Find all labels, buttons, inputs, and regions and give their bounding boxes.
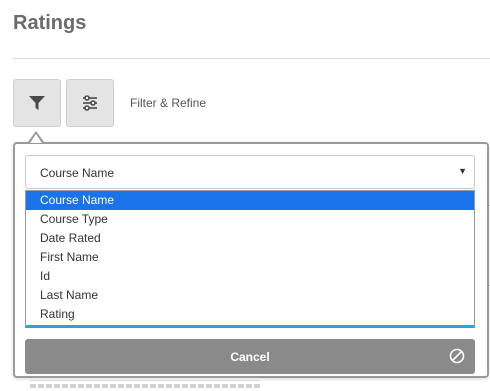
background-list-item bbox=[30, 380, 260, 391]
funnel-icon bbox=[29, 96, 45, 110]
filter-refine-label: Filter & Refine bbox=[130, 96, 207, 110]
page-title: Ratings bbox=[13, 12, 87, 34]
cancel-button[interactable]: Cancel bbox=[25, 339, 475, 374]
cancel-circle-icon bbox=[449, 348, 465, 364]
select-option[interactable]: Course Name bbox=[26, 191, 474, 210]
select-option[interactable]: Id bbox=[26, 267, 474, 286]
caret-down-icon: ▼ bbox=[458, 166, 467, 176]
select-option[interactable]: Last Name bbox=[26, 286, 474, 305]
select-option[interactable]: Course Type bbox=[26, 210, 474, 229]
select-option[interactable]: First Name bbox=[26, 248, 474, 267]
panel-pointer-fill bbox=[30, 134, 42, 143]
select-value: Course Name bbox=[40, 166, 115, 180]
cancel-button-label: Cancel bbox=[230, 349, 270, 364]
select-option[interactable]: Date Rated bbox=[26, 229, 474, 248]
refine-settings-button[interactable] bbox=[66, 79, 114, 127]
select-options-list: Course Name Course Type Date Rated First Na… bbox=[25, 190, 475, 328]
filter-button[interactable] bbox=[13, 79, 61, 127]
select-option[interactable]: Rating bbox=[26, 305, 474, 324]
sliders-icon bbox=[83, 95, 97, 111]
filter-field-select[interactable]: Course Name ▼ bbox=[25, 155, 475, 189]
title-divider bbox=[13, 58, 490, 59]
